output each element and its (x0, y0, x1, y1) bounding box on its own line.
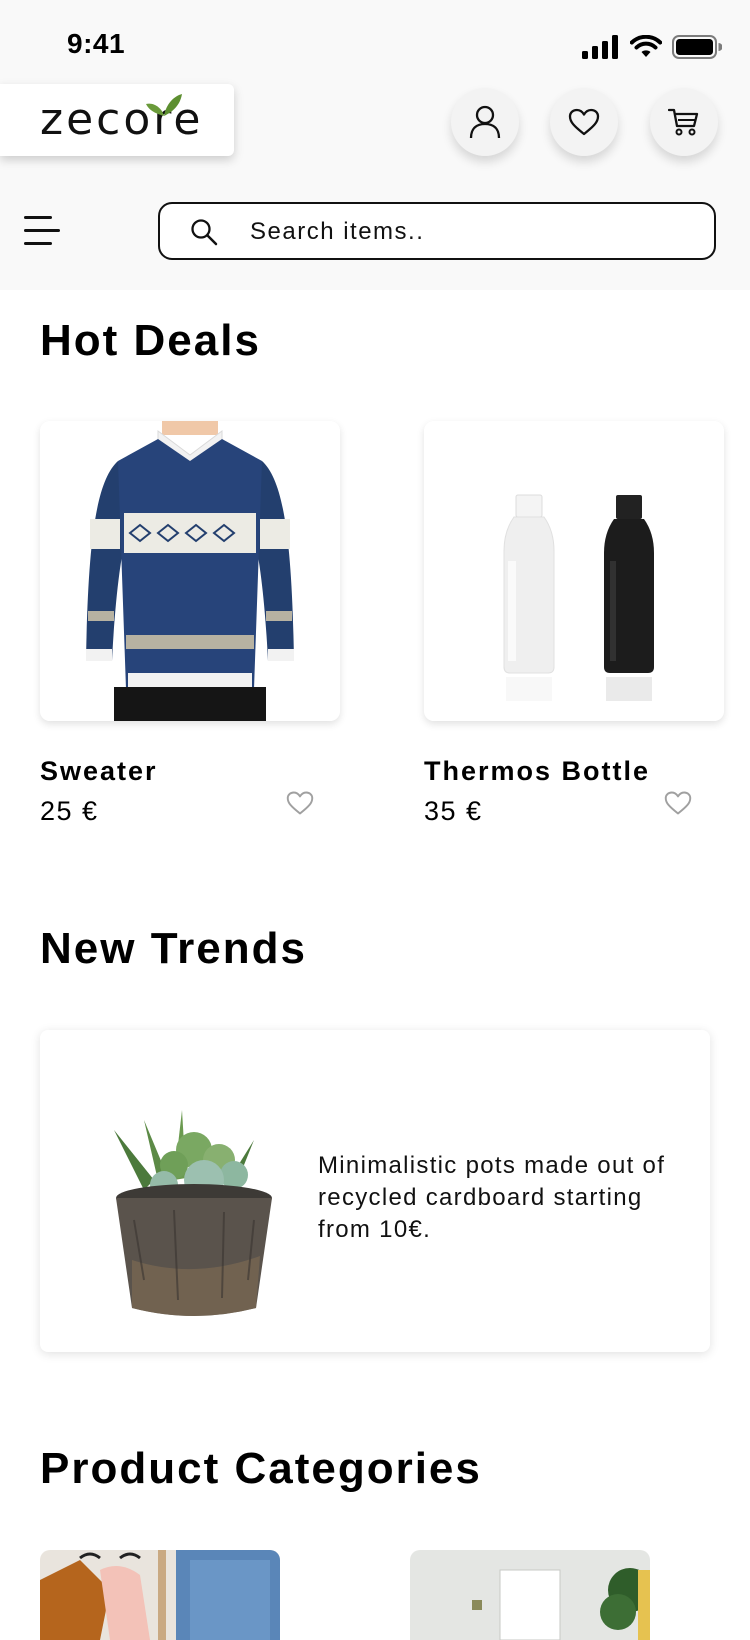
hot-deals-title: Hot Deals (40, 316, 261, 365)
product-name[interactable]: Thermos Bottle (424, 756, 650, 787)
clothing-category-image (40, 1550, 280, 1640)
cart-icon (668, 108, 699, 136)
cart-button[interactable] (650, 88, 718, 156)
user-icon (469, 105, 501, 139)
category-card-clothing[interactable] (40, 1550, 280, 1640)
heart-icon (568, 108, 600, 136)
wishlist-button[interactable] (550, 88, 618, 156)
product-name[interactable]: Sweater (40, 756, 158, 787)
search-icon (191, 219, 218, 246)
product-price: 25 € (40, 796, 99, 826)
logo-card[interactable]: zecore (0, 84, 234, 156)
plant-pot-image (114, 1110, 272, 1316)
menu-icon[interactable] (24, 214, 60, 248)
leaf-logo-icon (146, 94, 182, 116)
category-card-home[interactable] (410, 1550, 650, 1640)
signal-icon (582, 35, 618, 59)
sweater-image (40, 421, 340, 721)
wifi-icon (630, 35, 662, 57)
account-button[interactable] (451, 88, 519, 156)
product-categories-title: Product Categories (40, 1444, 482, 1493)
favorite-heart-icon[interactable] (664, 790, 692, 816)
new-trends-title: New Trends (40, 924, 307, 973)
search-bar[interactable] (158, 202, 716, 260)
trend-description: Minimalistic pots made out of recycled c… (318, 1152, 666, 1243)
home-category-image (410, 1550, 650, 1640)
status-icons (582, 32, 722, 62)
product-card-sweater[interactable] (40, 421, 340, 721)
trend-card[interactable]: Minimalistic pots made out of recycled c… (40, 1030, 710, 1352)
battery-icon (672, 35, 722, 59)
search-input[interactable] (248, 204, 692, 260)
thermos-bottle-image (424, 421, 724, 721)
status-time: 9:41 (67, 28, 126, 59)
product-card-thermos[interactable] (424, 421, 724, 721)
product-price: 35 € (424, 796, 483, 826)
favorite-heart-icon[interactable] (286, 790, 314, 816)
